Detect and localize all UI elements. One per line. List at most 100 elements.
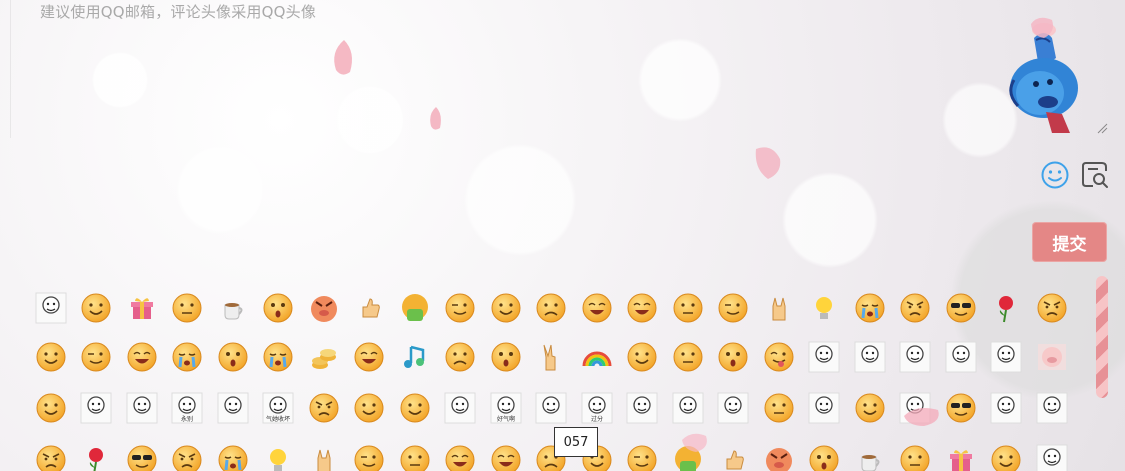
emoji-cool[interactable] [938,288,984,328]
emoji-smirk[interactable] [438,288,484,328]
emoji-music[interactable] [392,337,438,377]
emoji-sweat-grin[interactable] [574,288,620,328]
emoji-happy[interactable] [28,337,74,377]
emoji-smile[interactable] [984,440,1030,471]
emoji-shy[interactable] [483,288,529,328]
emoji-wow[interactable] [711,337,757,377]
emoji-tongue[interactable] [756,337,802,377]
emoji-red-angry[interactable] [165,440,211,471]
emoji-sweat-grin[interactable] [483,440,529,471]
emoji-panda-face[interactable] [984,388,1030,428]
emoji-bulb[interactable] [802,288,848,328]
comment-textarea[interactable]: 建议使用QQ邮箱，评论头像采用QQ头像 [10,0,1111,138]
emoji-photo-strip[interactable] [847,337,893,377]
emoji-sneeze[interactable] [847,288,893,328]
emoji-wink[interactable] [74,337,120,377]
emoji-meme-face[interactable] [1029,440,1075,471]
resize-grip-icon[interactable] [1096,122,1108,134]
emoji-coffee[interactable] [210,288,256,328]
emoji-sleepy[interactable] [347,440,393,471]
emoji-sweat[interactable] [665,288,711,328]
emoji-angry-pig[interactable] [756,440,802,471]
emoji-victory[interactable] [529,337,575,377]
emoji-doge[interactable]: 永别 [165,388,211,428]
preview-search-icon[interactable] [1080,159,1110,189]
emoji-cool[interactable] [119,440,165,471]
emoji-sweat[interactable] [392,440,438,471]
emoji-dots[interactable]: 气她收坏 [256,388,302,428]
emoji-blue-hood-kid[interactable] [802,388,848,428]
emoji-pout[interactable] [1029,288,1075,328]
emoji-sleepy[interactable] [711,288,757,328]
emoji-bubble[interactable] [893,388,939,428]
emoji-panda-write[interactable] [711,388,757,428]
emoji-rose[interactable] [984,288,1030,328]
emoji-coffee[interactable] [847,440,893,471]
emoji-baby-cry[interactable] [665,388,711,428]
emoji-rock-hand[interactable] [301,440,347,471]
emoji-rock-hand[interactable] [756,288,802,328]
emoji-meme-doodle[interactable] [984,337,1030,377]
emoji-thumbs-up[interactable] [347,288,393,328]
emoji-ghost-doodle[interactable] [938,337,984,377]
emoji-gift[interactable] [119,288,165,328]
emoji-blank[interactable] [665,337,711,377]
emoji-angry-pig[interactable] [301,288,347,328]
emoji-cry[interactable] [165,337,211,377]
emoji-pleading[interactable] [483,337,529,377]
emoji-grimace[interactable] [893,440,939,471]
emoji-tiny-figure[interactable] [893,337,939,377]
emoji-panel-scrollbar[interactable] [1096,276,1108,398]
emoji-squiggle[interactable] [620,388,666,428]
emoji-rose[interactable] [74,440,120,471]
emoji-grimace[interactable] [165,288,211,328]
emoji-panda-laugh[interactable]: 好气啊 [483,388,529,428]
smiley-icon[interactable] [1040,160,1070,190]
emoji-yellow-blob[interactable] [28,388,74,428]
emoji-scream[interactable] [210,337,256,377]
emoji-smirk[interactable] [620,440,666,471]
emoji-bulb[interactable] [256,440,302,471]
emoji-rainbow[interactable] [574,337,620,377]
emoji-doge-meme[interactable] [529,388,575,428]
emoji-beam[interactable] [620,337,666,377]
emoji-hug[interactable] [392,388,438,428]
emoji-coins[interactable] [301,337,347,377]
emoji-white-cat[interactable] [119,388,165,428]
emoji-sneeze[interactable] [210,440,256,471]
emoji-puke[interactable] [665,440,711,471]
emoji-wave-blob[interactable] [847,388,893,428]
emoji-bawl[interactable] [256,337,302,377]
emoji-row: 永别 气她收坏 好气啊 过分 [28,388,1075,428]
emoji-yellow-meme[interactable] [347,388,393,428]
emoji-sad[interactable] [438,337,484,377]
submit-button[interactable]: 提交 [1032,222,1107,262]
emoji-gift[interactable] [938,440,984,471]
emoji-meme-panda[interactable] [74,388,120,428]
emoji-giggle[interactable] [347,337,393,377]
emoji-pig[interactable] [1029,337,1075,377]
emoji-comic-strip[interactable] [802,337,848,377]
emoji-laugh[interactable] [620,288,666,328]
emoji-question-face[interactable] [802,440,848,471]
emoji-thinking[interactable] [756,388,802,428]
emoji-frown[interactable] [529,288,575,328]
emoji-thumbs-up[interactable] [711,440,757,471]
emoji-laugh[interactable] [438,440,484,471]
emoji-row [28,337,1075,377]
emoji-grin[interactable] [119,337,165,377]
comment-placeholder: 建议使用QQ邮箱，评论头像采用QQ头像 [40,3,317,21]
emoji-baby-face[interactable] [438,388,484,428]
emoji-sunglasses-emoji[interactable] [938,388,984,428]
emoji-rabbit-meme[interactable] [1029,388,1075,428]
emoji-pout[interactable] [28,440,74,471]
emoji-panda-bye[interactable] [210,388,256,428]
emoji-red-angry[interactable] [893,288,939,328]
emoji-panda-sad[interactable]: 过分 [574,388,620,428]
emoji-explode[interactable] [301,388,347,428]
emoji-question-face[interactable] [256,288,302,328]
emoji-smile[interactable] [74,288,120,328]
emoji-tooltip: 057 [554,427,598,457]
emoji-puke[interactable] [392,288,438,328]
emoji-meme-face[interactable] [28,288,74,328]
